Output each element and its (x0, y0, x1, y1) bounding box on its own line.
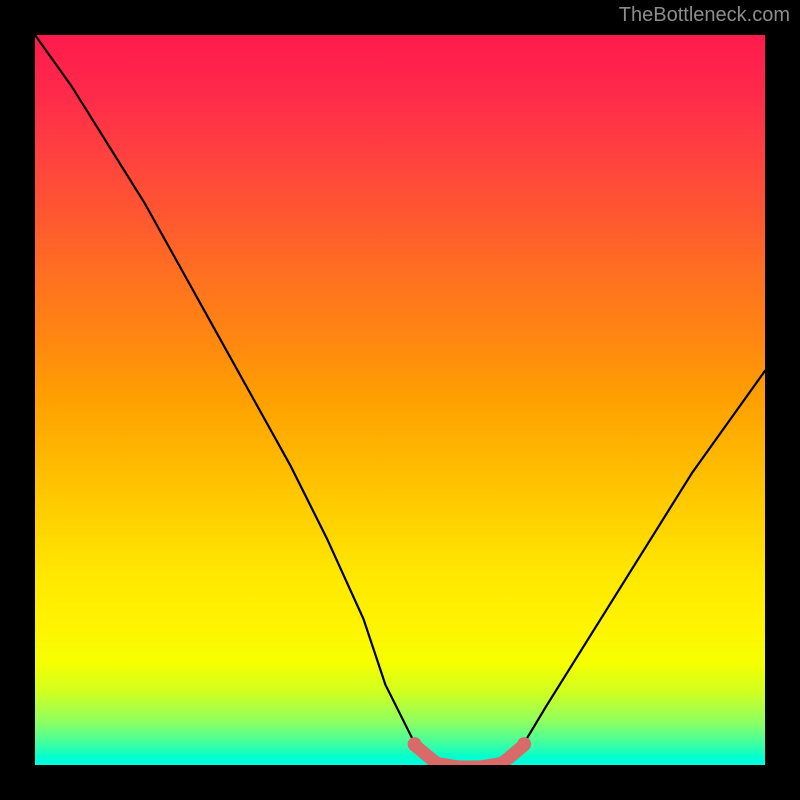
marker-dot-left (408, 737, 422, 751)
marker-dot-right (517, 737, 531, 751)
marker-band-path (415, 745, 524, 765)
curve-svg (35, 35, 765, 765)
watermark-text: TheBottleneck.com (619, 4, 790, 27)
plot-area (35, 35, 765, 765)
chart-frame: TheBottleneck.com (0, 0, 800, 800)
bottleneck-curve-path (35, 35, 765, 765)
